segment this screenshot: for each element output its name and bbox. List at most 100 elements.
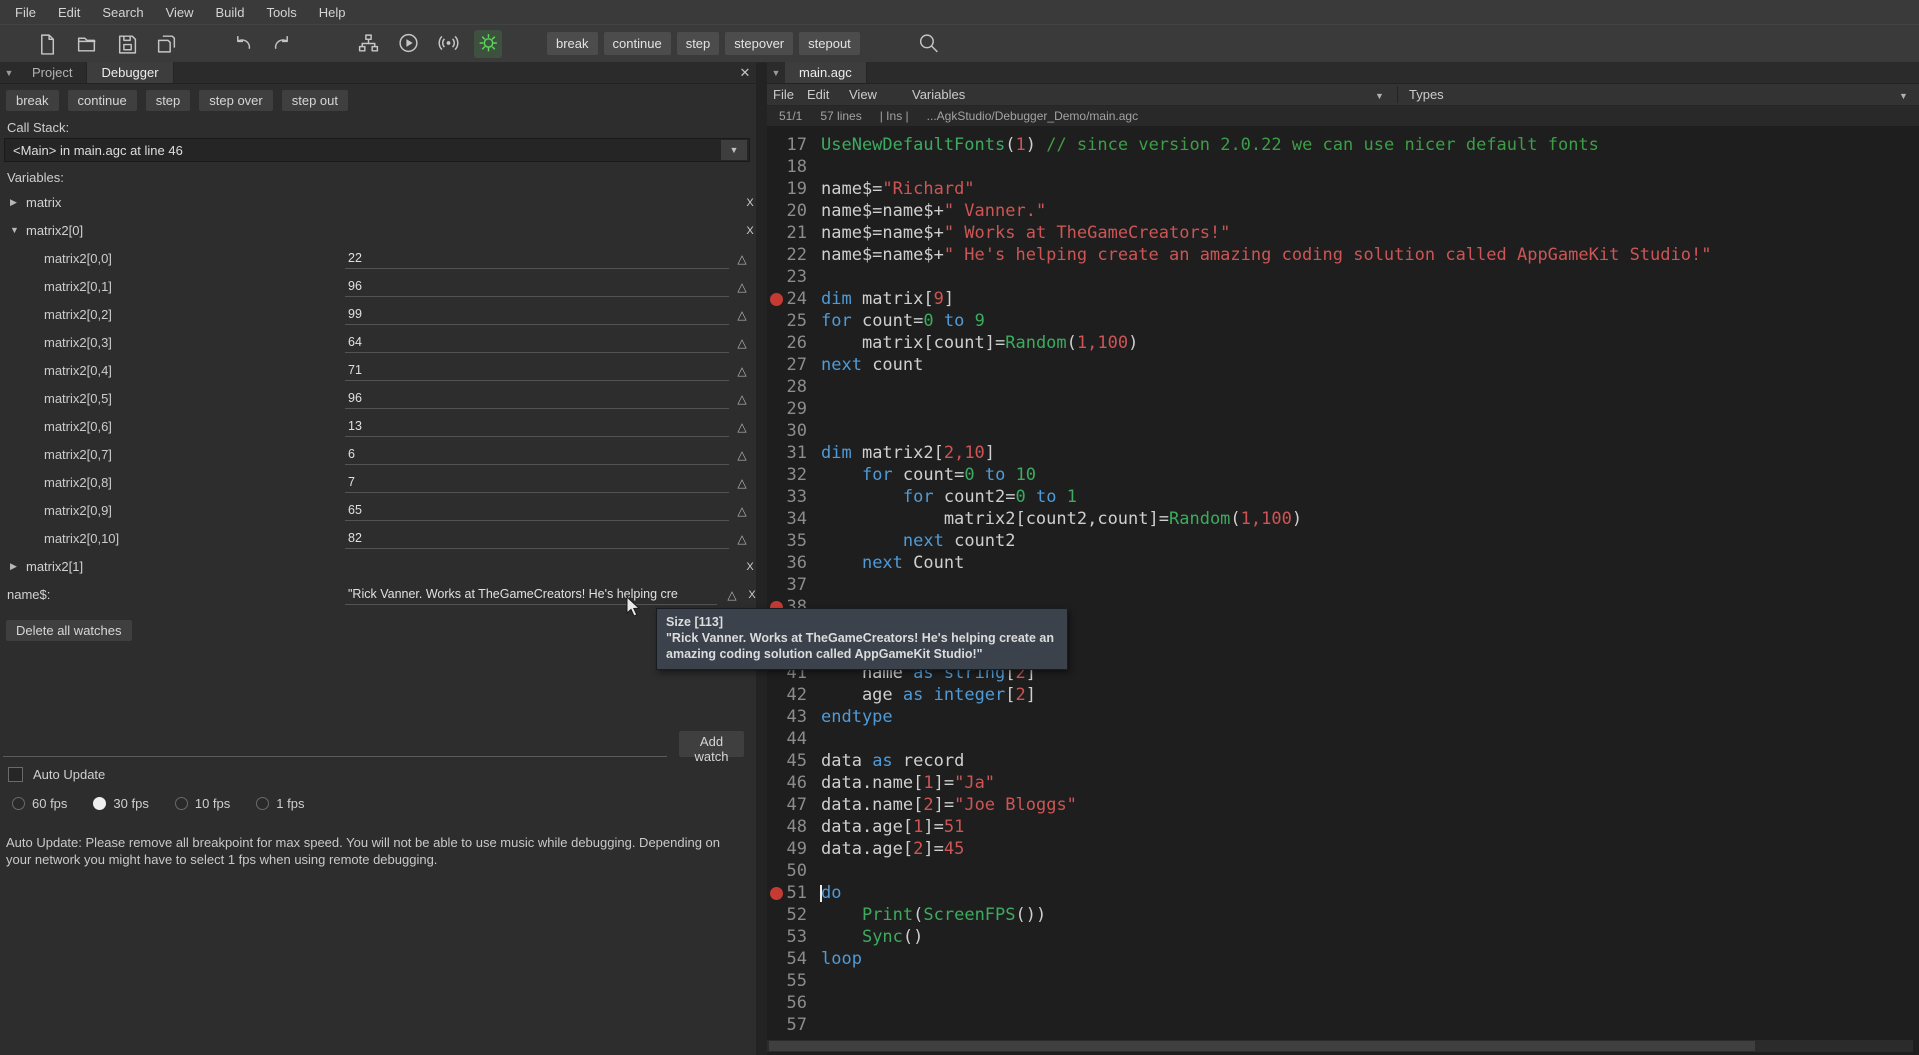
step-out-button[interactable]: step out xyxy=(282,90,348,111)
code-line[interactable]: 49data.age[2]=45 xyxy=(767,838,1919,860)
variable-value-field[interactable]: 7 xyxy=(345,473,729,493)
variable-row[interactable]: matrix2[0,5]96△ xyxy=(0,386,756,414)
tab-debugger[interactable]: Debugger xyxy=(87,62,173,83)
code-line[interactable]: 19name$="Richard" xyxy=(767,178,1919,200)
line-number[interactable]: 49 xyxy=(767,838,807,860)
code-line[interactable]: 34 matrix2[count2,count]=Random(1,100) xyxy=(767,508,1919,530)
line-number[interactable]: 34 xyxy=(767,508,807,530)
menu-edit[interactable]: Edit xyxy=(47,5,91,20)
code-line[interactable]: 21name$=name$+" Works at TheGameCreators… xyxy=(767,222,1919,244)
fps-option[interactable]: 10 fps xyxy=(175,796,230,811)
variable-value-field[interactable]: 65 xyxy=(345,501,729,521)
scrollbar-thumb[interactable] xyxy=(769,1041,1755,1051)
pane-menu-icon[interactable]: ▼ xyxy=(0,62,18,83)
line-number[interactable]: 44 xyxy=(767,728,807,750)
code-editor[interactable]: 17UseNewDefaultFonts(1) // since version… xyxy=(767,126,1919,1037)
variable-graph-button[interactable]: △ xyxy=(733,278,751,296)
editor-menu-file[interactable]: File xyxy=(773,87,794,102)
line-number[interactable]: 46 xyxy=(767,772,807,794)
search-icon[interactable] xyxy=(915,30,943,58)
stepover-button[interactable]: stepover xyxy=(725,32,793,55)
new-file-icon[interactable] xyxy=(32,30,60,58)
variable-graph-button[interactable]: △ xyxy=(733,418,751,436)
variable-row[interactable]: ▼matrix2[0]X xyxy=(0,218,756,246)
code-line[interactable]: 51do xyxy=(767,882,1919,904)
editor-menu-edit[interactable]: Edit xyxy=(807,87,829,102)
remove-variable-button[interactable]: X xyxy=(742,559,758,575)
undo-icon[interactable] xyxy=(228,30,256,58)
save-all-icon[interactable] xyxy=(152,30,180,58)
code-line[interactable]: 25for count=0 to 9 xyxy=(767,310,1919,332)
code-line[interactable]: 32 for count=0 to 10 xyxy=(767,464,1919,486)
chevron-down-icon[interactable]: ▼ xyxy=(721,140,747,160)
variable-graph-button[interactable]: △ xyxy=(733,306,751,324)
line-number[interactable]: 57 xyxy=(767,1014,807,1036)
code-line[interactable]: 46data.name[1]="Ja" xyxy=(767,772,1919,794)
call-stack-select[interactable]: <Main> in main.agc at line 46 ▼ xyxy=(4,138,750,162)
code-line[interactable]: 43endtype xyxy=(767,706,1919,728)
stepout-button[interactable]: stepout xyxy=(799,32,860,55)
variable-graph-button[interactable]: △ xyxy=(733,334,751,352)
line-number[interactable]: 23 xyxy=(767,266,807,288)
code-line[interactable]: 47data.name[2]="Joe Bloggs" xyxy=(767,794,1919,816)
step-button[interactable]: step xyxy=(677,32,720,55)
menu-build[interactable]: Build xyxy=(205,5,256,20)
variables-dropdown-label[interactable]: Variables xyxy=(912,87,965,102)
code-line[interactable]: 28 xyxy=(767,376,1919,398)
watch-input[interactable] xyxy=(3,731,667,757)
code-line[interactable]: 24dim matrix[9] xyxy=(767,288,1919,310)
line-number[interactable]: 47 xyxy=(767,794,807,816)
code-line[interactable]: 30 xyxy=(767,420,1919,442)
break-button[interactable]: break xyxy=(6,90,59,111)
code-line[interactable]: 26 matrix[count]=Random(1,100) xyxy=(767,332,1919,354)
tab-main-agc[interactable]: main.agc xyxy=(785,62,867,83)
code-line[interactable]: 22name$=name$+" He's helping create an a… xyxy=(767,244,1919,266)
code-line[interactable]: 55 xyxy=(767,970,1919,992)
variable-graph-button[interactable]: △ xyxy=(733,530,751,548)
code-line[interactable]: 36 next Count xyxy=(767,552,1919,574)
continue-button[interactable]: continue xyxy=(604,32,671,55)
line-number[interactable]: 26 xyxy=(767,332,807,354)
menu-search[interactable]: Search xyxy=(91,5,154,20)
chevron-expanded-icon[interactable]: ▼ xyxy=(10,225,19,235)
line-number[interactable]: 32 xyxy=(767,464,807,486)
line-number[interactable]: 25 xyxy=(767,310,807,332)
code-line[interactable]: 48data.age[1]=51 xyxy=(767,816,1919,838)
code-line[interactable]: 52 Print(ScreenFPS()) xyxy=(767,904,1919,926)
variable-row[interactable]: ▶matrixX xyxy=(0,190,756,218)
line-number[interactable]: 28 xyxy=(767,376,807,398)
variable-graph-button[interactable]: △ xyxy=(733,474,751,492)
variable-value-field[interactable]: 82 xyxy=(345,529,729,549)
auto-update-checkbox[interactable] xyxy=(8,767,23,782)
code-line[interactable]: 35 next count2 xyxy=(767,530,1919,552)
radio-icon[interactable] xyxy=(175,797,188,810)
code-line[interactable]: 44 xyxy=(767,728,1919,750)
variable-row[interactable]: matrix2[0,7]6△ xyxy=(0,442,756,470)
variable-row[interactable]: ▶matrix2[1]X xyxy=(0,554,756,582)
line-number[interactable]: 29 xyxy=(767,398,807,420)
variable-value-field[interactable]: 22 xyxy=(345,249,729,269)
line-number[interactable]: 33 xyxy=(767,486,807,508)
code-line[interactable]: 56 xyxy=(767,992,1919,1014)
menu-view[interactable]: View xyxy=(155,5,205,20)
line-number[interactable]: 24 xyxy=(767,288,807,310)
variable-row[interactable]: matrix2[0,10]82△ xyxy=(0,526,756,554)
variable-value-field[interactable]: 71 xyxy=(345,361,729,381)
line-number[interactable]: 21 xyxy=(767,222,807,244)
line-number[interactable]: 37 xyxy=(767,574,807,596)
variable-row[interactable]: matrix2[0,6]13△ xyxy=(0,414,756,442)
variable-value-field[interactable]: 64 xyxy=(345,333,729,353)
variable-row[interactable]: matrix2[0,9]65△ xyxy=(0,498,756,526)
code-line[interactable]: 31dim matrix2[2,10] xyxy=(767,442,1919,464)
variable-row[interactable]: matrix2[0,3]64△ xyxy=(0,330,756,358)
fps-option[interactable]: 1 fps xyxy=(256,796,304,811)
pane-menu-icon[interactable]: ▼ xyxy=(767,62,785,83)
line-number[interactable]: 18 xyxy=(767,156,807,178)
chevron-collapsed-icon[interactable]: ▶ xyxy=(10,561,17,572)
code-line[interactable]: 57 xyxy=(767,1014,1919,1036)
variable-graph-button[interactable]: △ xyxy=(723,586,741,604)
radio-icon[interactable] xyxy=(12,797,25,810)
continue-button[interactable]: continue xyxy=(68,90,137,111)
line-number[interactable]: 30 xyxy=(767,420,807,442)
chevron-down-icon[interactable]: ▼ xyxy=(1899,91,1908,101)
